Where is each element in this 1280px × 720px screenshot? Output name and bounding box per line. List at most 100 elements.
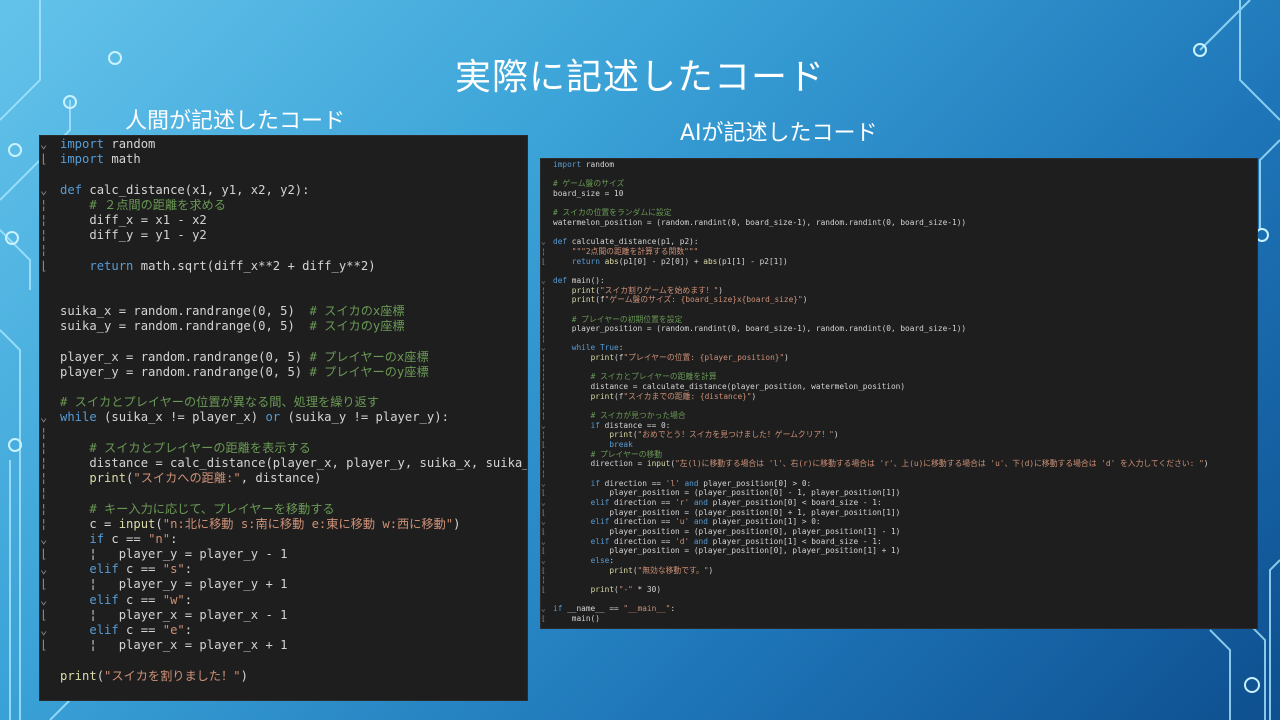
code-text: print(f"ゲーム盤のサイズ: {board_size}x{board_si…: [571, 295, 808, 305]
fold-marker: ⌊: [541, 613, 546, 623]
code-text: def calculate_distance(p1, p2):: [553, 237, 699, 247]
code-text: player_position = (random.randint(0, boa…: [553, 324, 967, 334]
code-text: def main():: [553, 275, 605, 285]
fold-marker[interactable]: ⌄: [541, 276, 546, 286]
fold-marker[interactable]: ⌄: [541, 343, 546, 353]
fold-marker: ⌊: [40, 607, 48, 622]
fold-marker[interactable]: ⌄: [541, 537, 546, 547]
code-text: board_size = 10: [553, 188, 624, 198]
fold-marker[interactable]: ⌄: [541, 421, 546, 431]
fold-marker: ⌊: [541, 507, 546, 517]
fold-marker[interactable]: ⌄: [40, 410, 47, 425]
fold-marker: ¦: [541, 411, 546, 421]
fold-marker: ¦: [40, 516, 48, 531]
code-text: ¦ player_y = player_y + 1: [60, 577, 288, 592]
code-text: # スイカとプレイヤーの位置が異なる間、処理を繰り返す: [60, 395, 379, 410]
code-text: if __name__ == "__main__":: [553, 604, 676, 614]
fold-marker[interactable]: ⌄: [541, 517, 546, 527]
fold-marker[interactable]: ⌄: [541, 479, 546, 489]
circuit-line: [1209, 629, 1231, 720]
code-text: while True:: [571, 343, 624, 353]
fold-marker: ¦: [40, 197, 48, 212]
fold-marker: ¦: [541, 469, 546, 478]
code-text: player_x = random.randrange(0, 5) # プレイヤ…: [60, 349, 429, 364]
code-text: def calc_distance(x1, y1, x2, y2):: [60, 182, 310, 197]
code-text: player_position = (player_position[0] + …: [553, 507, 901, 517]
code-text: ¦ player_x = player_x - 1: [60, 607, 288, 622]
fold-marker: ⌊: [541, 440, 546, 450]
code-text: print("スイカ割りゲームを始めます！"): [571, 285, 723, 295]
circuit-node: [1244, 677, 1260, 693]
fold-marker[interactable]: ⌄: [541, 604, 546, 614]
fold-marker: ¦: [40, 243, 48, 258]
code-text: player_y = random.randrange(0, 5) # プレイヤ…: [60, 364, 429, 379]
code-text: elif c == "w":: [89, 592, 193, 607]
fold-marker: ¦: [40, 471, 48, 486]
code-text: suika_y = random.randrange(0, 5) # スイカのy…: [60, 319, 405, 334]
fold-marker: ⌊: [541, 546, 546, 556]
ai-code-heading: AIが記述したコード: [680, 121, 878, 146]
code-text: c = input("n:北に移動 s:南に移動 e:東に移動 w:西に移動"): [60, 516, 461, 531]
code-text: return math.sqrt(diff_x**2 + diff_y**2): [89, 258, 376, 273]
code-text: else:: [590, 555, 615, 565]
fold-marker[interactable]: ⌄: [541, 498, 546, 508]
code-text: distance = calculate_distance(player_pos…: [553, 382, 906, 392]
human-code-editor[interactable]: ⌄ import random ⌊ import math ⌄ def calc_dist…: [40, 136, 527, 700]
fold-marker: ¦: [40, 228, 48, 243]
code-text: # キー入力に応じて、プレイヤーを移動する: [89, 501, 335, 516]
code-text: while (suika_x != player_x) or (suika_y …: [60, 410, 449, 425]
code-text: ¦ player_x = player_x + 1: [60, 638, 288, 653]
code-text: elif direction == 'd' and player_positio…: [590, 536, 882, 546]
fold-marker: ¦: [541, 401, 546, 411]
fold-marker: ⌊: [40, 152, 48, 167]
code-text: import math: [60, 152, 141, 167]
fold-marker: ¦: [541, 295, 546, 305]
code-text: diff_y = y1 - y2: [60, 228, 207, 243]
fold-marker: ¦: [541, 304, 546, 314]
circuit-line: [0, 229, 31, 290]
fold-marker: ¦: [541, 353, 546, 363]
code-text: # スイカとプレイヤーの距離を計算: [590, 372, 717, 382]
circuit-line: [1269, 559, 1280, 720]
fold-marker: ⌊: [541, 584, 546, 594]
fold-marker: ¦: [40, 501, 48, 516]
fold-marker: ⌊: [40, 577, 48, 592]
circuit-node: [8, 143, 22, 157]
fold-marker: ¦: [541, 391, 546, 401]
code-text: elif c == "s":: [89, 562, 193, 577]
code-text: # スイカの位置をランダムに設定: [553, 208, 672, 218]
fold-marker: ¦: [40, 425, 48, 440]
code-text: elif direction == 'r' and player_positio…: [590, 497, 882, 507]
code-text: if distance == 0:: [590, 420, 671, 430]
code-text: import random: [553, 160, 615, 169]
fold-marker[interactable]: ⌄: [40, 532, 47, 547]
fold-marker[interactable]: ⌄: [541, 556, 546, 566]
code-text: print("スイカを割りました！"): [60, 668, 248, 683]
fold-marker[interactable]: ⌄: [40, 593, 47, 608]
fold-marker[interactable]: ⌄: [40, 183, 47, 198]
code-text: # スイカとプレイヤーの距離を表示する: [89, 440, 311, 455]
fold-marker[interactable]: ⌄: [40, 137, 47, 152]
fold-marker[interactable]: ⌄: [40, 562, 47, 577]
code-text: # プレイヤーの初期位置を設定: [571, 314, 683, 324]
code-text: print("無効な移動です。"): [609, 565, 714, 575]
fold-marker: ⌊: [40, 547, 48, 562]
code-text: """2点間の距離を計算する関数""": [571, 246, 699, 256]
code-text: return abs(p1[0] - p2[0]) + abs(p1[1] - …: [571, 256, 788, 266]
code-text: import random: [60, 137, 156, 151]
circuit-line: [1199, 0, 1251, 51]
code-text: elif direction == 'u' and player_positio…: [590, 517, 821, 527]
code-text: suika_x = random.randrange(0, 5) # スイカのx…: [60, 304, 405, 319]
fold-marker: ¦: [40, 455, 48, 470]
fold-marker[interactable]: ⌄: [40, 623, 47, 638]
ai-code-editor[interactable]: import random # ゲーム盤のサイズ board_size = 10 # …: [541, 159, 1257, 628]
fold-marker: ¦: [40, 212, 48, 227]
fold-marker[interactable]: ⌄: [541, 237, 546, 247]
code-text: distance = calc_distance(player_x, playe…: [60, 455, 527, 470]
fold-marker: ⌊: [541, 256, 546, 266]
code-text: print("おめでとう！スイカを見つけました！ゲームクリア！"): [609, 430, 839, 440]
code-text: print("-" * 30): [590, 584, 662, 594]
code-text: elif c == "e":: [89, 623, 193, 637]
fold-marker: ¦: [541, 285, 546, 295]
code-text: break: [609, 440, 633, 450]
